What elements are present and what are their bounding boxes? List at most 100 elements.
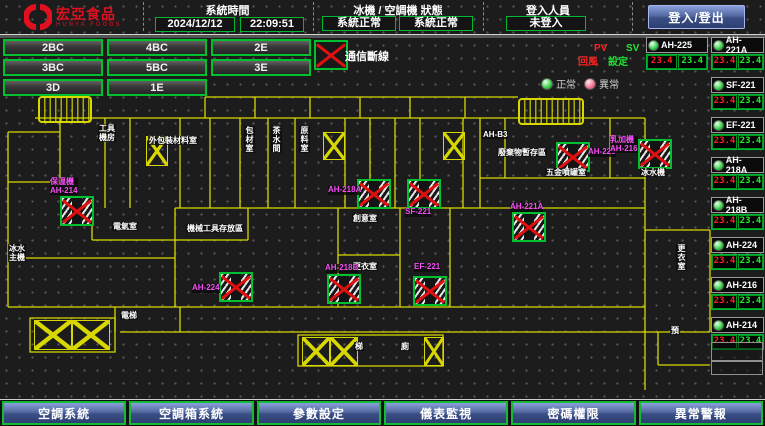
floor-button-5bc[interactable]: 5BC xyxy=(107,59,207,76)
unit-card-ah-214[interactable]: AH-214 xyxy=(711,317,764,333)
unit-sv-value: 23.4 xyxy=(738,255,763,269)
login-logout-button[interactable]: 登入/登出 xyxy=(648,5,745,29)
ahu-offline-icon-ah-214[interactable] xyxy=(60,196,94,226)
pv-desc-label: 回風 xyxy=(578,52,598,70)
floor-button-2bc[interactable]: 2BC xyxy=(3,39,103,56)
unit-card-ah-224[interactable]: AH-224 xyxy=(711,237,764,253)
unit-card-ah-218b[interactable]: AH-218B xyxy=(711,197,764,213)
status-led-icon xyxy=(713,160,724,171)
unit-name: AH-216 xyxy=(726,280,757,290)
ahu-offline-icon-ah-221a[interactable] xyxy=(512,212,546,242)
room-label: 包材室 xyxy=(244,126,255,153)
unit-pv-value: 23.4 xyxy=(712,295,737,309)
nav-ahu-system[interactable]: 空調箱系統 xyxy=(129,401,253,425)
elevator-shaft-icon xyxy=(34,320,72,350)
status-led-icon xyxy=(713,320,724,331)
ahu-offline-icon-sf-221[interactable] xyxy=(407,179,441,209)
unit-sv-value: 23.4 xyxy=(738,95,763,109)
status-led-icon xyxy=(713,200,724,211)
nav-password[interactable]: 密碼權限 xyxy=(511,401,635,425)
bottom-nav: 空調系統空調箱系統參數設定儀表監視密碼權限異常警報 xyxy=(0,399,765,426)
room-label: 五金噴罐室 xyxy=(545,168,587,177)
elevator-shaft-icon xyxy=(424,337,444,366)
elevator-shaft-icon xyxy=(323,132,345,160)
unit-name: AH-221A xyxy=(726,35,762,55)
normal-led-icon xyxy=(541,78,553,90)
plan-unit-label-ef-221: EF-221 xyxy=(414,263,440,272)
unit-values: 23.423.4 xyxy=(711,134,764,150)
comm-loss-label: 通信斷線 xyxy=(345,48,389,64)
plan-unit-label-ah-216: 乳加機AH-216 xyxy=(610,136,638,153)
system-clock: 22:09:51 xyxy=(240,17,304,32)
nav-alarm[interactable]: 異常警報 xyxy=(639,401,763,425)
ahu-offline-icon-ah-218b[interactable] xyxy=(327,274,361,304)
room-label: 預 xyxy=(670,326,680,335)
header-separator xyxy=(143,2,144,31)
unit-sv-value: 23.4 xyxy=(738,175,763,189)
unit-card-ef-221[interactable]: EF-221 xyxy=(711,117,764,133)
room-label: 電氣室 xyxy=(112,222,138,231)
normal-legend: 正常 xyxy=(541,75,576,93)
unit-sv-value: 23.4 xyxy=(738,55,763,69)
sv-desc-label: 設定 xyxy=(608,52,628,70)
login-status: 未登入 xyxy=(506,16,586,31)
sv-legend-label: SV xyxy=(626,38,639,56)
system-time-label: 系統時間 xyxy=(145,2,310,18)
unit-column-right: AH-221A23.423.4SF-22123.423.4EF-22123.42… xyxy=(711,37,764,357)
empty-slot xyxy=(711,342,763,361)
unit-card-sf-221[interactable]: SF-221 xyxy=(711,77,764,93)
status-led-icon xyxy=(713,280,724,291)
logo-subtext: HUNYA FOODS xyxy=(56,22,122,28)
header-separator xyxy=(632,2,633,31)
room-label: 冰水主機 xyxy=(8,244,26,262)
ahu-offline-icon-ah-216[interactable] xyxy=(638,139,672,169)
floor-button-3bc[interactable]: 3BC xyxy=(3,59,103,76)
room-label: 更衣室 xyxy=(676,244,687,271)
unit-sv-value: 23.4 xyxy=(678,55,708,69)
floor-plan: 保溫機AH-214AH-224AH-218ASF-221AH-221AAH-22… xyxy=(0,92,712,398)
header-separator xyxy=(483,2,484,31)
room-label: 創意室 xyxy=(352,214,378,223)
unit-values: 23.423.4 xyxy=(711,174,764,190)
plan-unit-label-ah-214: 保溫機AH-214 xyxy=(50,178,78,195)
unit-name: SF-221 xyxy=(726,80,756,90)
unit-values: 23.423.4 xyxy=(711,294,764,310)
room-label: 冰水機 xyxy=(640,168,666,177)
ahu-offline-icon-ah-218a[interactable] xyxy=(357,179,391,209)
header: 宏亞食品 HUNYA FOODS 系統時間 2024/12/12 22:09:5… xyxy=(0,0,765,35)
floor-button-4bc[interactable]: 4BC xyxy=(107,39,207,56)
nav-meter-monitor[interactable]: 儀表監視 xyxy=(384,401,508,425)
room-label: 廢棄物暫存區 xyxy=(497,148,547,157)
unit-values: 23.423.4 xyxy=(711,94,764,110)
unit-card-ah-225[interactable]: AH-225 xyxy=(646,37,708,53)
unit-card-ah-221a[interactable]: AH-221A xyxy=(711,37,764,53)
room-label: 廁 xyxy=(400,342,410,351)
unit-column-left: AH-225 23.423.4 xyxy=(646,37,708,77)
unit-pv-value: 23.4 xyxy=(647,55,677,69)
room-label: 電梯 xyxy=(120,311,138,320)
plan-unit-label-sf-221: SF-221 xyxy=(405,208,431,217)
hmi-screen: 宏亞食品 HUNYA FOODS 系統時間 2024/12/12 22:09:5… xyxy=(0,0,765,426)
ahu-offline-icon-ah-224[interactable] xyxy=(219,272,253,302)
status-led-icon xyxy=(713,40,724,51)
unit-name: AH-214 xyxy=(726,320,757,330)
room-label: 外包裝材料室 xyxy=(148,136,198,145)
unit-card-ah-216[interactable]: AH-216 xyxy=(711,277,764,293)
status-led-icon xyxy=(713,240,724,251)
floor-button-grid: 2BC4BC2E3BC5BC3E3D1E xyxy=(3,39,315,96)
status-led-icon xyxy=(713,80,724,91)
unit-pv-value: 23.4 xyxy=(712,175,737,189)
plan-unit-label-ah-224: AH-224 xyxy=(192,284,220,293)
ahu-offline-icon-ef-221[interactable] xyxy=(413,276,447,306)
abnormal-legend: 異常 xyxy=(584,75,619,93)
elevator-shaft-icon xyxy=(302,337,330,366)
status-led-icon xyxy=(713,120,724,131)
unit-card-ah-218a[interactable]: AH-218A xyxy=(711,157,764,173)
nav-ac-system[interactable]: 空調系統 xyxy=(2,401,126,425)
nav-param-settings[interactable]: 參數設定 xyxy=(257,401,381,425)
stairs-icon xyxy=(38,96,92,123)
floor-button-2e[interactable]: 2E xyxy=(211,39,311,56)
floor-button-3e[interactable]: 3E xyxy=(211,59,311,76)
unit-pv-value: 23.4 xyxy=(712,215,737,229)
abnormal-led-icon xyxy=(584,78,596,90)
